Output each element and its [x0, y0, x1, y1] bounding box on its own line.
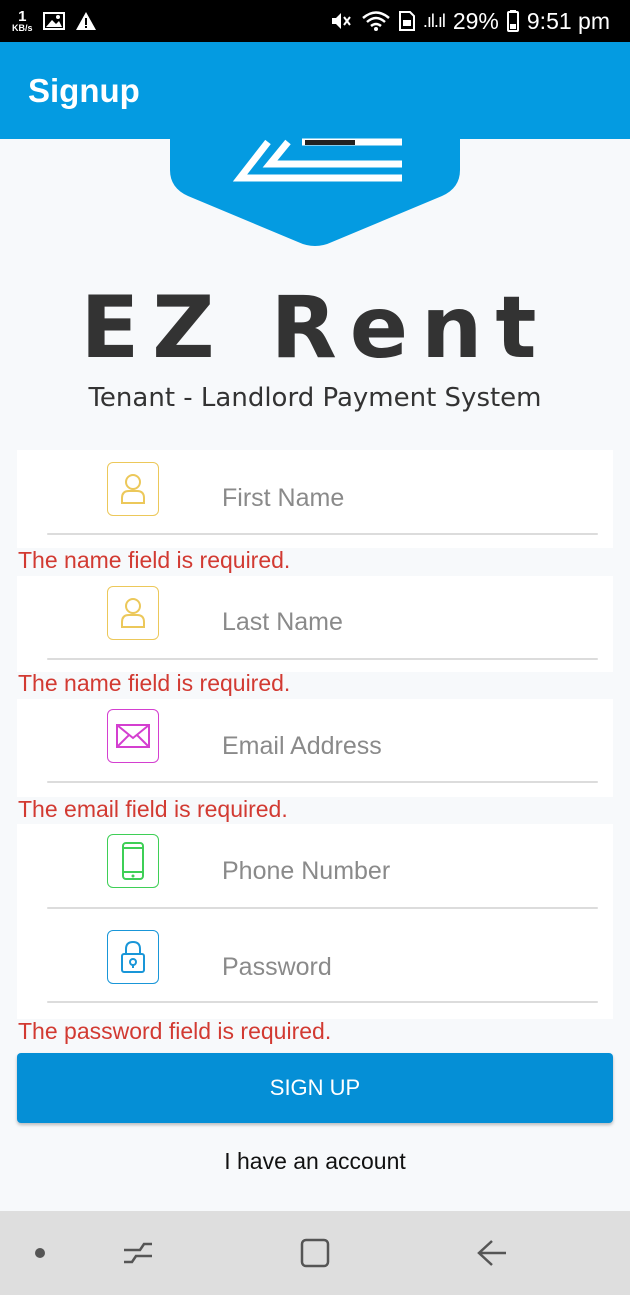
navigation-bar	[0, 1211, 630, 1295]
sim-icon	[398, 11, 415, 31]
wifi-icon	[362, 11, 390, 31]
dot-icon	[20, 1233, 60, 1273]
password-underline	[47, 1001, 598, 1003]
password-error: The password field is required.	[18, 1018, 332, 1044]
signal-icon: .ıl.ıl	[422, 10, 446, 31]
phone-underline	[47, 907, 598, 909]
home-icon[interactable]	[295, 1233, 335, 1273]
recent-apps-icon[interactable]	[118, 1233, 158, 1273]
battery-percent: 29%	[452, 7, 499, 34]
mute-icon	[331, 13, 351, 29]
user-icon	[107, 462, 159, 516]
network-speed: 1 KB/s	[12, 9, 33, 33]
last-name-field	[17, 576, 613, 672]
network-speed-unit: KB/s	[12, 23, 33, 33]
last-name-input[interactable]	[222, 602, 592, 642]
first-name-input[interactable]	[222, 478, 592, 518]
email-error: The email field is required.	[18, 796, 288, 822]
have-account-link[interactable]: I have an account	[0, 1148, 630, 1175]
network-speed-value: 1	[18, 8, 27, 25]
sign-up-button[interactable]: SIGN UP	[17, 1053, 613, 1123]
battery-icon	[506, 10, 519, 32]
last-name-underline	[47, 658, 598, 660]
logo-icon	[170, 130, 460, 246]
first-name-underline	[47, 533, 598, 535]
brand-name: EZ Rent	[80, 278, 550, 378]
first-name-field	[17, 450, 613, 548]
brand-tagline: Tenant - Landlord Payment System	[88, 383, 542, 413]
first-name-error: The name field is required.	[18, 547, 291, 573]
phone-input[interactable]	[222, 851, 592, 891]
user-icon	[107, 586, 159, 640]
warning-icon	[75, 12, 96, 30]
clock: 9:51 pm	[526, 7, 610, 34]
last-name-error: The name field is required.	[18, 670, 291, 696]
status-bar: 1 KB/s .ıl.ıl 29% 9:51 pm	[0, 0, 630, 42]
back-icon[interactable]	[472, 1233, 512, 1273]
email-field	[17, 699, 613, 797]
lock-icon	[107, 930, 159, 984]
app-bar: Signup	[0, 42, 630, 139]
phone-icon	[107, 834, 159, 888]
password-input[interactable]	[222, 947, 592, 987]
phone-password-group	[17, 824, 613, 1019]
page-title: Signup	[28, 72, 140, 109]
envelope-icon	[107, 709, 159, 763]
email-underline	[47, 781, 598, 783]
email-input[interactable]	[222, 726, 592, 766]
gallery-icon	[42, 12, 65, 30]
